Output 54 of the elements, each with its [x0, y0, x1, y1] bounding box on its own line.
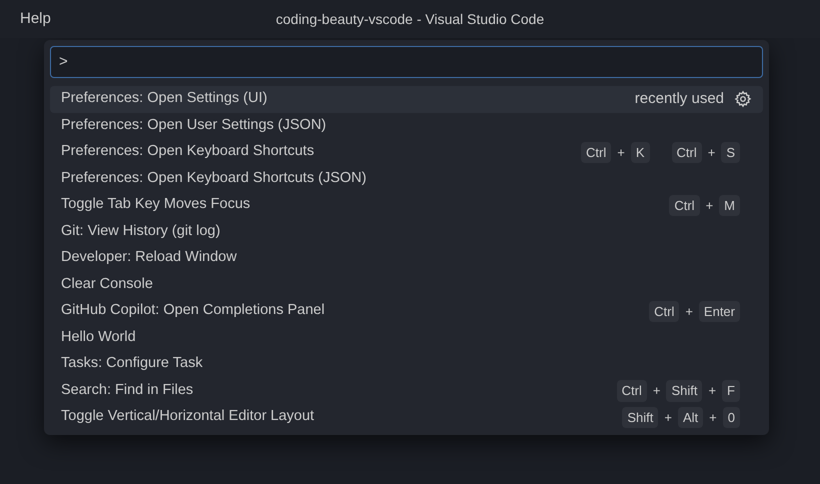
plus-sign: +: [685, 302, 693, 320]
command-item[interactable]: Preferences: Open Settings (UI) recently used: [50, 86, 763, 112]
command-label: Preferences: Open User Settings (JSON): [61, 116, 326, 135]
command-item[interactable]: Tasks: Configure Task: [50, 351, 763, 378]
command-item[interactable]: Toggle Tab Key Moves Focus Ctrl + M: [50, 192, 763, 218]
command-label: GitHub Copilot: Open Completions Panel: [61, 301, 325, 320]
keycap: 0: [722, 406, 740, 428]
keycap: Ctrl: [649, 300, 680, 322]
command-label: Developer: Reload Window: [61, 248, 237, 268]
keycap: Ctrl: [672, 142, 702, 163]
keycap: F: [722, 380, 740, 402]
keycap: Alt: [678, 406, 704, 428]
command-item[interactable]: Toggle Vertical/Horizontal Editor Layout Shift + Alt + 0: [50, 404, 763, 430]
plus-sign: +: [708, 144, 716, 162]
keycap: Shift: [622, 406, 658, 428]
command-label: Hello World: [61, 328, 136, 347]
command-label: Clear Console: [61, 274, 153, 294]
command-item[interactable]: GitHub Copilot: Open Completions Panel Ctrl + Enter: [50, 298, 763, 324]
keycap: K: [630, 142, 650, 163]
command-item[interactable]: Clear Console: [50, 272, 763, 298]
command-item[interactable]: Preferences: Open User Settings (JSON): [50, 112, 763, 139]
keycap: M: [719, 194, 740, 216]
command-label: Toggle Tab Key Moves Focus: [61, 195, 250, 214]
keycap: S: [721, 142, 740, 163]
command-item[interactable]: Developer: Reload Window: [50, 245, 763, 272]
command-label: Preferences: Open Keyboard Shortcuts: [61, 142, 314, 162]
command-label: Search: Find in Files: [61, 380, 194, 400]
command-item[interactable]: Preferences: Open Keyboard Shortcuts (JSON): [50, 166, 763, 192]
settings-icon[interactable]: [734, 90, 752, 108]
keycap: Shift: [666, 380, 702, 402]
plus-sign: +: [709, 408, 717, 426]
plus-sign: +: [652, 382, 660, 400]
plus-sign: +: [706, 196, 714, 214]
command-item[interactable]: Hello World: [50, 324, 763, 351]
plus-sign: +: [664, 408, 672, 426]
plus-sign: +: [708, 382, 716, 400]
command-label: Git: View History (git log): [61, 222, 220, 241]
keycap: Ctrl: [616, 380, 647, 402]
keycap: Ctrl: [581, 142, 612, 163]
recently-used-label: recently used: [634, 89, 724, 109]
command-label: Toggle Vertical/Horizontal Editor Layout: [61, 407, 314, 426]
input-field[interactable]: >: [59, 50, 754, 74]
command-label: Tasks: Configure Task: [61, 354, 203, 374]
menu-item[interactable]: Help: [20, 8, 51, 30]
command-label: Preferences: Open Keyboard Shortcuts (JSON): [61, 168, 366, 188]
command-item[interactable]: Search: Find in Files Ctrl + Shift + F: [50, 378, 763, 404]
window-title: coding-beauty-vscode - Visual Studio Code: [276, 10, 544, 29]
command-label: Preferences: Open Settings (UI): [61, 89, 268, 108]
plus-sign: +: [617, 144, 625, 162]
keycap: Enter: [698, 300, 740, 322]
command-item[interactable]: Preferences: Open Keyboard Shortcuts Ctrl + K Ctrl + S: [50, 139, 763, 166]
command-item[interactable]: Git: View History (git log): [50, 218, 763, 245]
keycap: Ctrl: [669, 194, 700, 216]
command-input[interactable]: >: [50, 46, 763, 78]
